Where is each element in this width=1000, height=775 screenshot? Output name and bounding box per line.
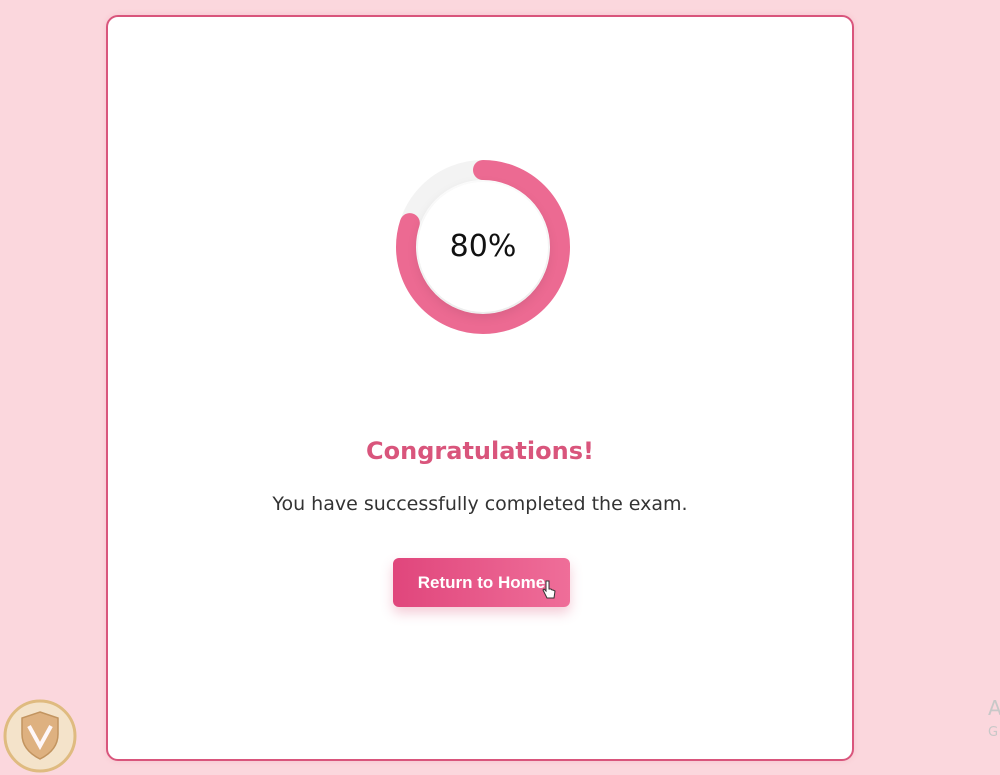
edge-text-g: G: [988, 725, 999, 740]
shield-logo-icon: [3, 699, 77, 773]
congratulations-title: Congratulations!: [366, 437, 594, 465]
completion-message: You have successfully completed the exam…: [272, 493, 688, 515]
progress-ring: 80%: [378, 142, 588, 352]
edge-text-a: A: [988, 696, 1000, 720]
page: { "result": { "percentage_label": "80%",…: [0, 0, 1000, 775]
result-card: 80% Congratulations! You have successful…: [106, 15, 854, 761]
hand-pointer-icon: [542, 580, 556, 599]
score-percentage: 80%: [449, 229, 517, 264]
